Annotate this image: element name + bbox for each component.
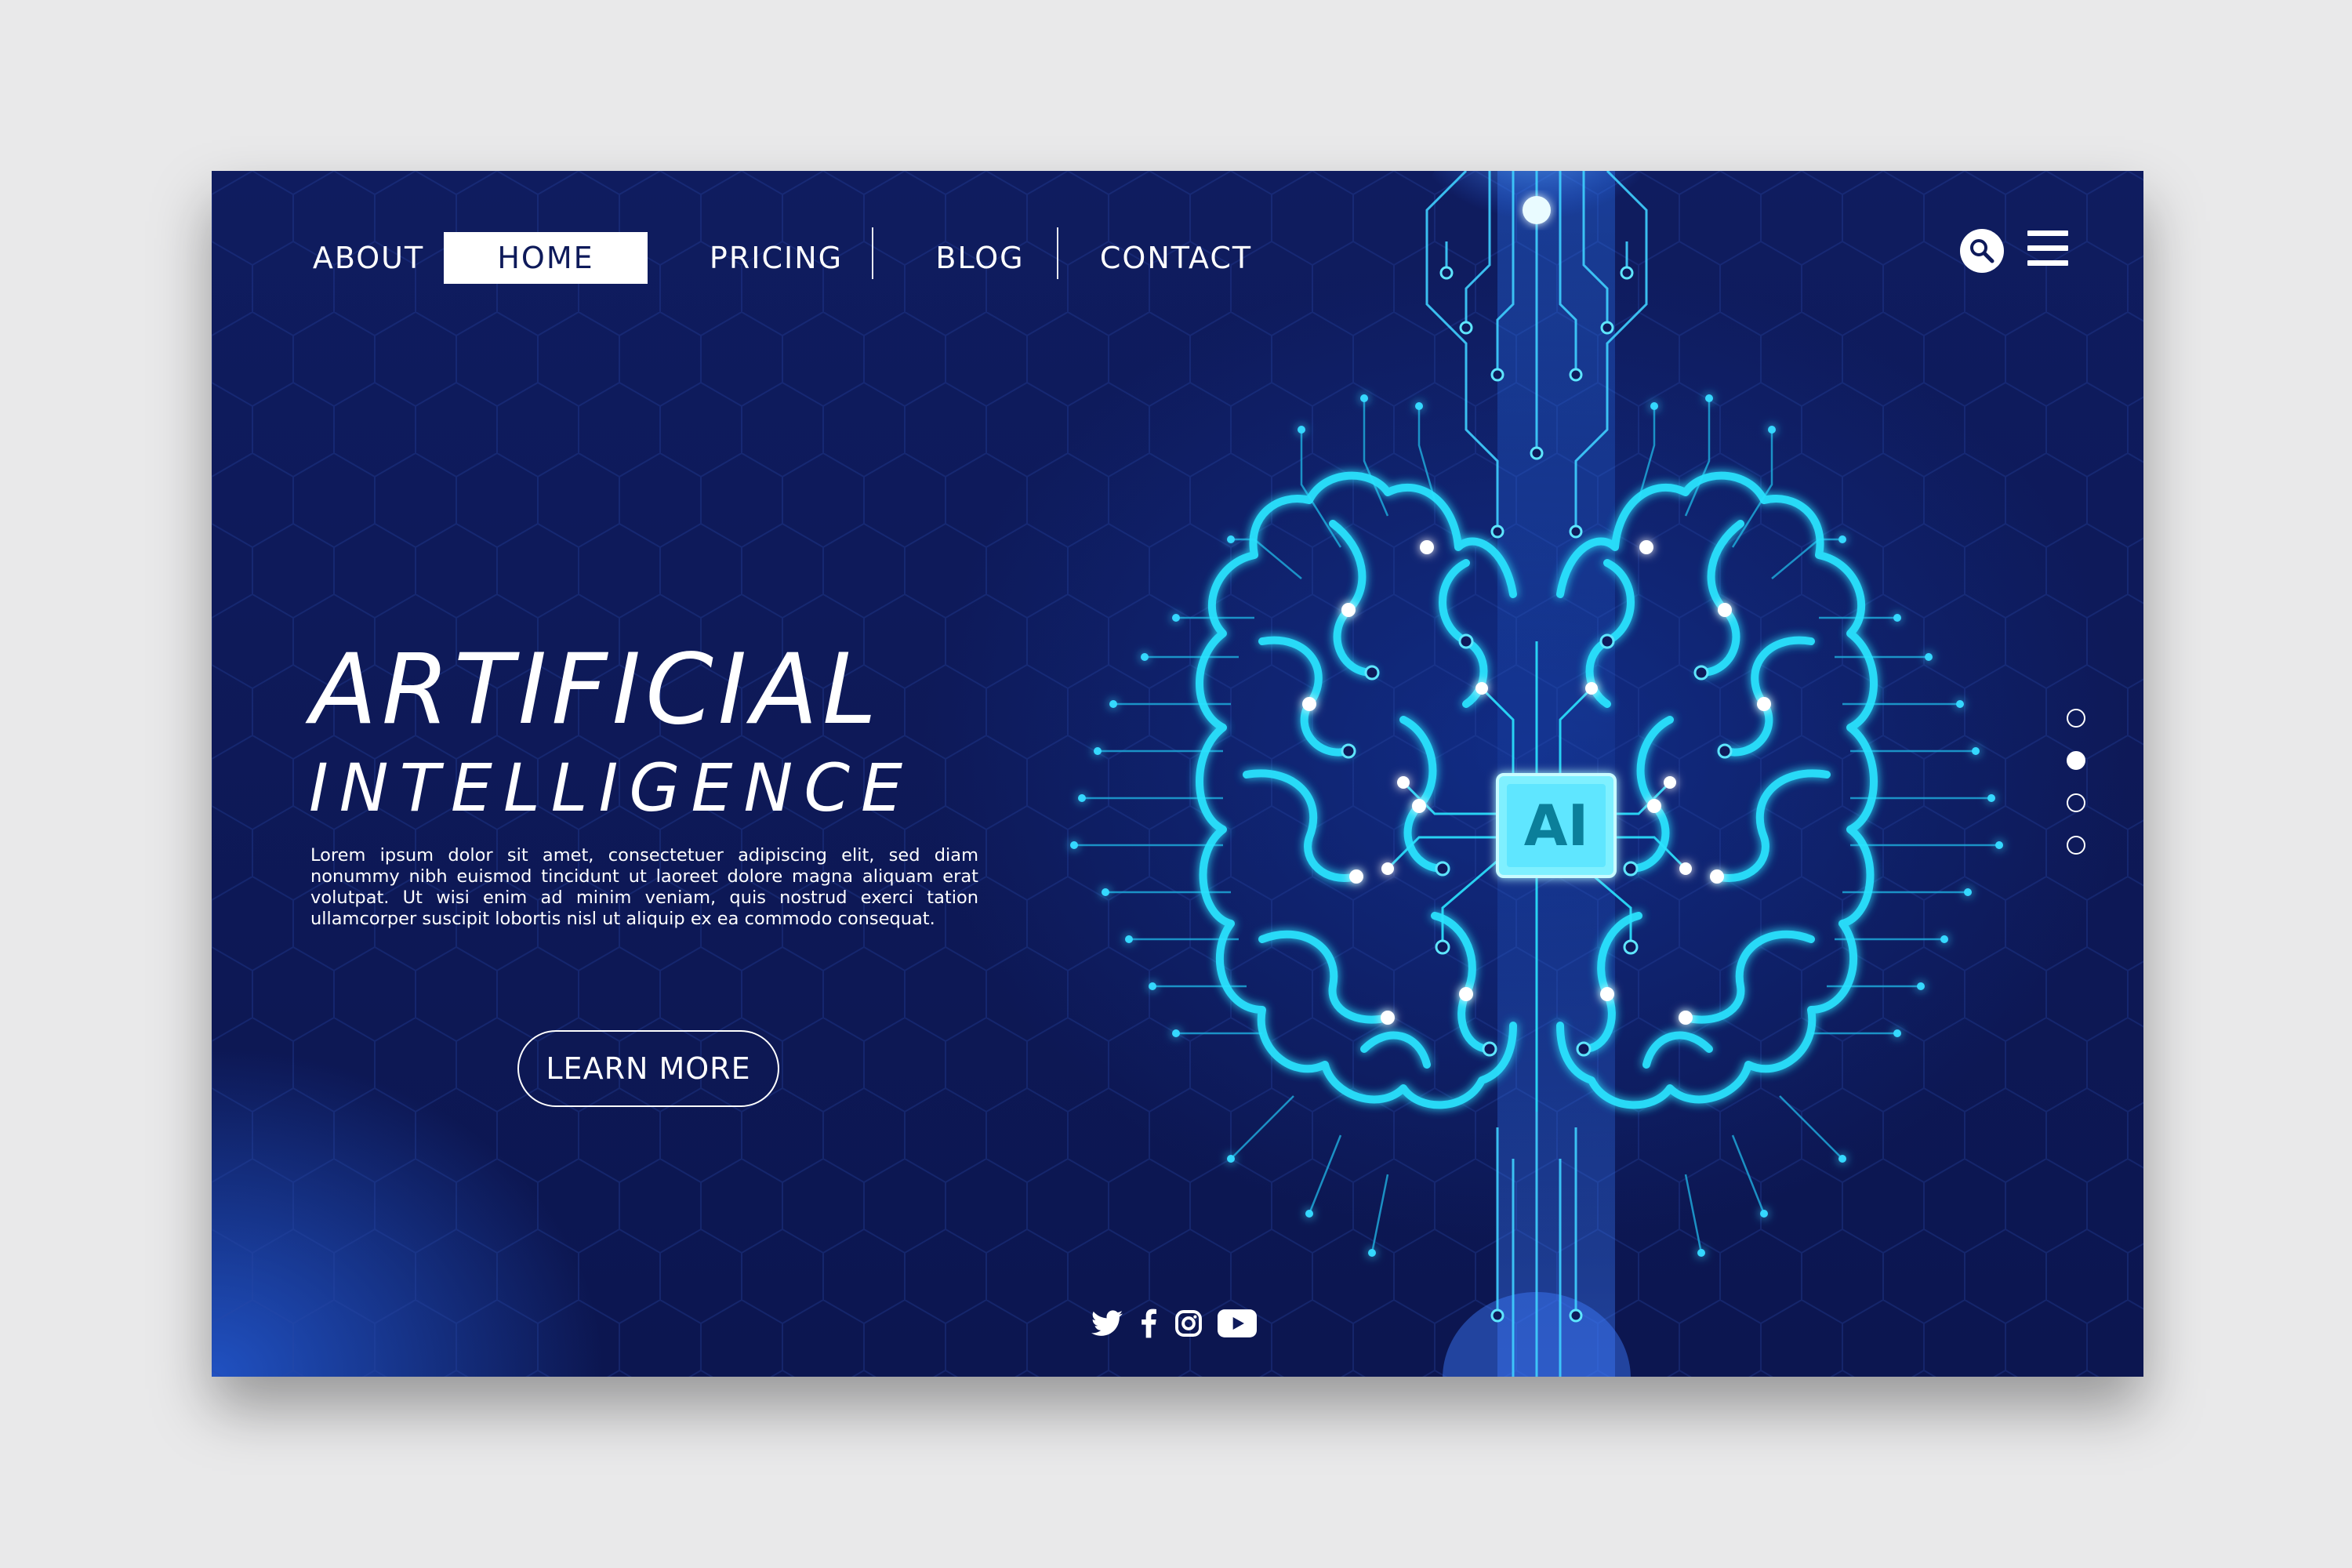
nav-item-contact[interactable]: CONTACT — [1074, 232, 1278, 284]
pagination-dot[interactable] — [2067, 836, 2085, 855]
search-icon — [1970, 239, 1994, 263]
ai-chip-label: AI — [1523, 793, 1589, 858]
twitter-icon — [1091, 1310, 1123, 1336]
twitter-link[interactable] — [1090, 1306, 1124, 1341]
landing-page: AI ABOUT HOME PRICING BLOG CONTACT ARTIF… — [212, 171, 2143, 1377]
pagination-dot[interactable] — [2067, 709, 2085, 728]
nav-item-pricing[interactable]: PRICING — [674, 232, 878, 284]
hamburger-menu-icon — [2027, 245, 2068, 251]
learn-more-button[interactable]: LEARN MORE — [517, 1030, 779, 1107]
facebook-icon — [1142, 1308, 1156, 1338]
top-navigation: ABOUT HOME PRICING BLOG CONTACT — [212, 171, 2143, 328]
nav-divider — [1057, 227, 1058, 279]
facebook-link[interactable] — [1137, 1306, 1160, 1341]
pagination-dot-active[interactable] — [2067, 751, 2085, 770]
hero-body-text: Lorem ipsum dolor sit amet, consectetuer… — [310, 845, 978, 929]
youtube-icon — [1218, 1309, 1257, 1338]
nav-item-home[interactable]: HOME — [444, 232, 648, 284]
social-links — [1090, 1306, 1270, 1341]
nav-item-about[interactable]: ABOUT — [290, 232, 447, 284]
hero-title-line1: ARTIFICIAL — [310, 633, 882, 746]
slide-pagination — [2067, 709, 2090, 855]
instagram-link[interactable] — [1173, 1306, 1204, 1341]
hamburger-menu-icon — [2027, 260, 2068, 266]
pagination-dot[interactable] — [2067, 793, 2085, 812]
search-button[interactable] — [1960, 229, 2004, 273]
hero-title-line2: INTELLIGENCE — [309, 750, 914, 826]
youtube-link[interactable] — [1217, 1306, 1258, 1341]
hamburger-menu-icon — [2027, 230, 2068, 236]
hamburger-menu-button[interactable] — [2027, 230, 2068, 267]
instagram-icon — [1175, 1310, 1202, 1337]
nav-divider — [872, 227, 873, 279]
nav-item-blog[interactable]: BLOG — [902, 232, 1058, 284]
